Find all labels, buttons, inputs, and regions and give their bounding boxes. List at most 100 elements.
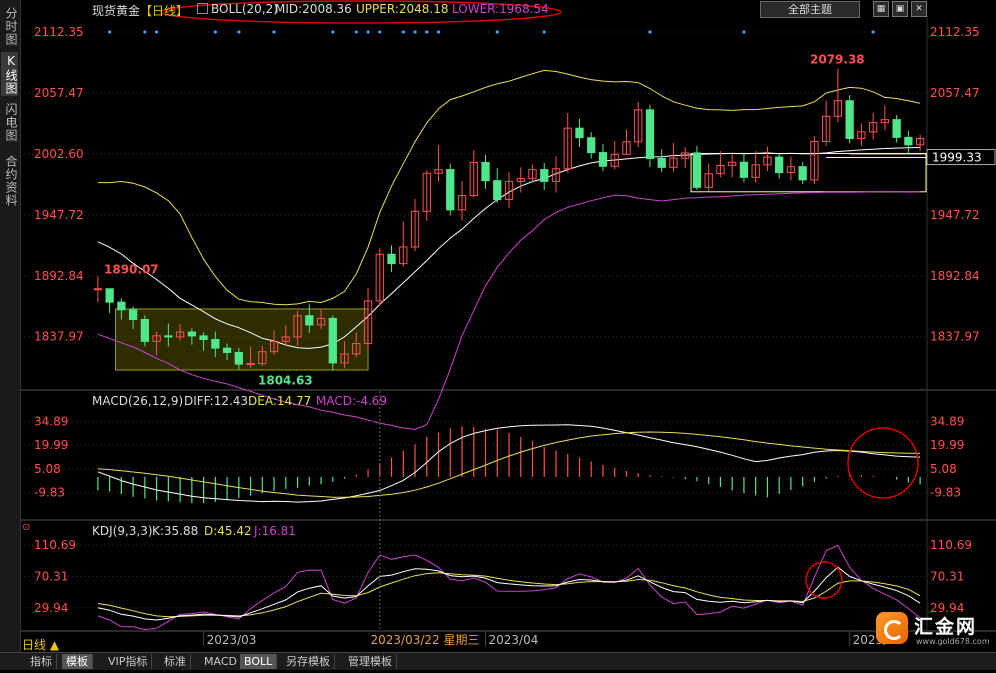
sidebar-tab-contract[interactable]: 合约资料 (1, 150, 18, 212)
range-box (690, 152, 927, 193)
candle-body (140, 318, 150, 342)
close-icon[interactable]: ✕ (911, 1, 927, 17)
boll-indicator-label[interactable]: BOLL(20,2) (197, 2, 278, 16)
candle-body (645, 109, 655, 159)
period-selector[interactable]: 日线 ▲ (22, 636, 59, 653)
candle-body (234, 351, 243, 365)
signal-dot (425, 30, 429, 34)
tab-indicators[interactable]: 指标 (26, 654, 57, 669)
macd-title[interactable]: MACD(26,12,9) (92, 394, 183, 408)
candle-body (128, 309, 138, 320)
boll-lower-value: LOWER:1968.54 (452, 2, 549, 16)
candle-body (587, 137, 596, 154)
sidebar-tab-flash[interactable]: 闪电图 (1, 100, 18, 144)
symbol-name: 现货黄金 (92, 4, 141, 18)
candle-body (199, 335, 208, 340)
kdj-title[interactable]: KDJ(9,3,3) (92, 524, 153, 538)
logo-url: www.gold678.com (916, 637, 990, 646)
label-low: 1804.63 (258, 373, 313, 387)
kdj-tick-left: 70.31 (34, 570, 68, 584)
candle-body (692, 152, 702, 188)
signal-dot (331, 30, 335, 34)
candle-body (211, 338, 220, 349)
candle-body (446, 169, 455, 211)
candle-body (575, 127, 584, 139)
kdj-j-value: J:16.81 (254, 524, 296, 538)
kdj-settings-icon[interactable]: ⊙ (22, 522, 30, 533)
signal-dot (354, 30, 358, 34)
signal-dot (378, 30, 382, 34)
current-price-label: 1999.33 (932, 151, 982, 165)
signal-dot (108, 30, 112, 34)
y-tick-label-right: 1947.72 (930, 208, 980, 222)
y-tick-label-left: 2002.60 (34, 147, 84, 161)
theme-dropdown-button[interactable]: 全部主题 (760, 1, 860, 18)
candle-body (187, 331, 196, 337)
tab-standard[interactable]: 标准 (160, 654, 191, 669)
x-tick-label: 2023/04 (489, 633, 539, 647)
candle-body (105, 288, 114, 303)
period-tag: 【日线】 (140, 4, 189, 18)
sidebar-tab-timeshare[interactable]: 分时图 (1, 4, 18, 48)
crosshair-date-label: 2023/03/22 星期三 (371, 633, 480, 647)
signal-dot (155, 30, 159, 34)
signal-dot (413, 30, 417, 34)
chart-svg[interactable]: 2112.352112.352057.472057.472002.602002.… (0, 0, 996, 669)
signal-dot (366, 30, 370, 34)
signal-dot (742, 30, 746, 34)
macd-hist-value: MACD:-4.69 (316, 394, 388, 408)
left-sidebar: 分时图 K线图 闪电图 合约资料 (0, 0, 21, 652)
candle-body (481, 161, 490, 182)
boll-upper-value: UPPER:2048.18 (356, 2, 449, 16)
candle-body (387, 253, 396, 265)
macd-tick-left: 5.08 (34, 462, 61, 476)
gold678-logo: 汇金网 www.gold678.com (872, 608, 992, 652)
tab-manage-template[interactable]: 管理模板 (344, 654, 397, 669)
y-tick-label-left: 1947.72 (34, 208, 84, 222)
candle-body (246, 363, 255, 366)
kdj-tick-right: 110.69 (930, 538, 972, 552)
signal-dot (237, 30, 241, 34)
chart-stage[interactable]: 2112.352112.352057.472057.472002.602002.… (0, 0, 996, 670)
y-tick-label-right: 2057.47 (930, 86, 980, 100)
signal-dot (401, 30, 405, 34)
candle-body (598, 152, 608, 167)
macd-tick-right: 5.08 (930, 462, 957, 476)
candle-body (328, 317, 337, 364)
macd-diff-value: DIFF:12.43 (184, 394, 249, 408)
tab-templates[interactable]: 模板 (62, 654, 93, 669)
y-tick-label-left: 1892.84 (34, 269, 84, 283)
layout-icon[interactable]: ▦ (873, 1, 889, 17)
tab-vip-indicators[interactable]: VIP指标 (104, 654, 153, 669)
candle-body (657, 157, 666, 168)
tab-boll[interactable]: BOLL (240, 654, 278, 669)
sidebar-tab-kline[interactable]: K线图 (1, 52, 18, 96)
y-tick-label-right: 2112.35 (930, 25, 980, 39)
signal-dot (871, 30, 875, 34)
candle-body (93, 288, 103, 291)
kdj-k-line (97, 566, 921, 621)
signal-dot (495, 30, 499, 34)
label-start-high: 1890.07 (104, 262, 159, 276)
candle-body (117, 301, 126, 311)
macd-tick-right: 34.89 (930, 414, 964, 428)
y-tick-label-left: 2112.35 (34, 25, 84, 39)
tab-macd[interactable]: MACD (200, 654, 242, 669)
macd-tick-left: 34.89 (34, 414, 68, 428)
macd-tick-right: 19.99 (930, 438, 964, 452)
kdj-k-value: K:35.88 (152, 524, 199, 538)
label-high: 2079.38 (810, 53, 865, 67)
candle-body (739, 161, 749, 178)
macd-tick-left: -9.83 (34, 486, 65, 500)
logo-icon-inner (884, 620, 904, 640)
macd-dea-value: DEA:14.77 (248, 394, 312, 408)
kdj-tick-right: 70.31 (930, 570, 964, 584)
signal-dot (272, 30, 276, 34)
boll-icon (197, 3, 208, 14)
signal-dot (542, 30, 546, 34)
maximize-icon[interactable]: ▣ (892, 1, 908, 17)
macd-tick-left: 19.99 (34, 438, 68, 452)
bottom-toolbar: 指标 模板 VIP指标 标准 MACD BOLL 另存模板 管理模板 (0, 652, 996, 670)
candle-body (775, 156, 784, 174)
tab-save-template[interactable]: 另存模板 (282, 654, 335, 669)
